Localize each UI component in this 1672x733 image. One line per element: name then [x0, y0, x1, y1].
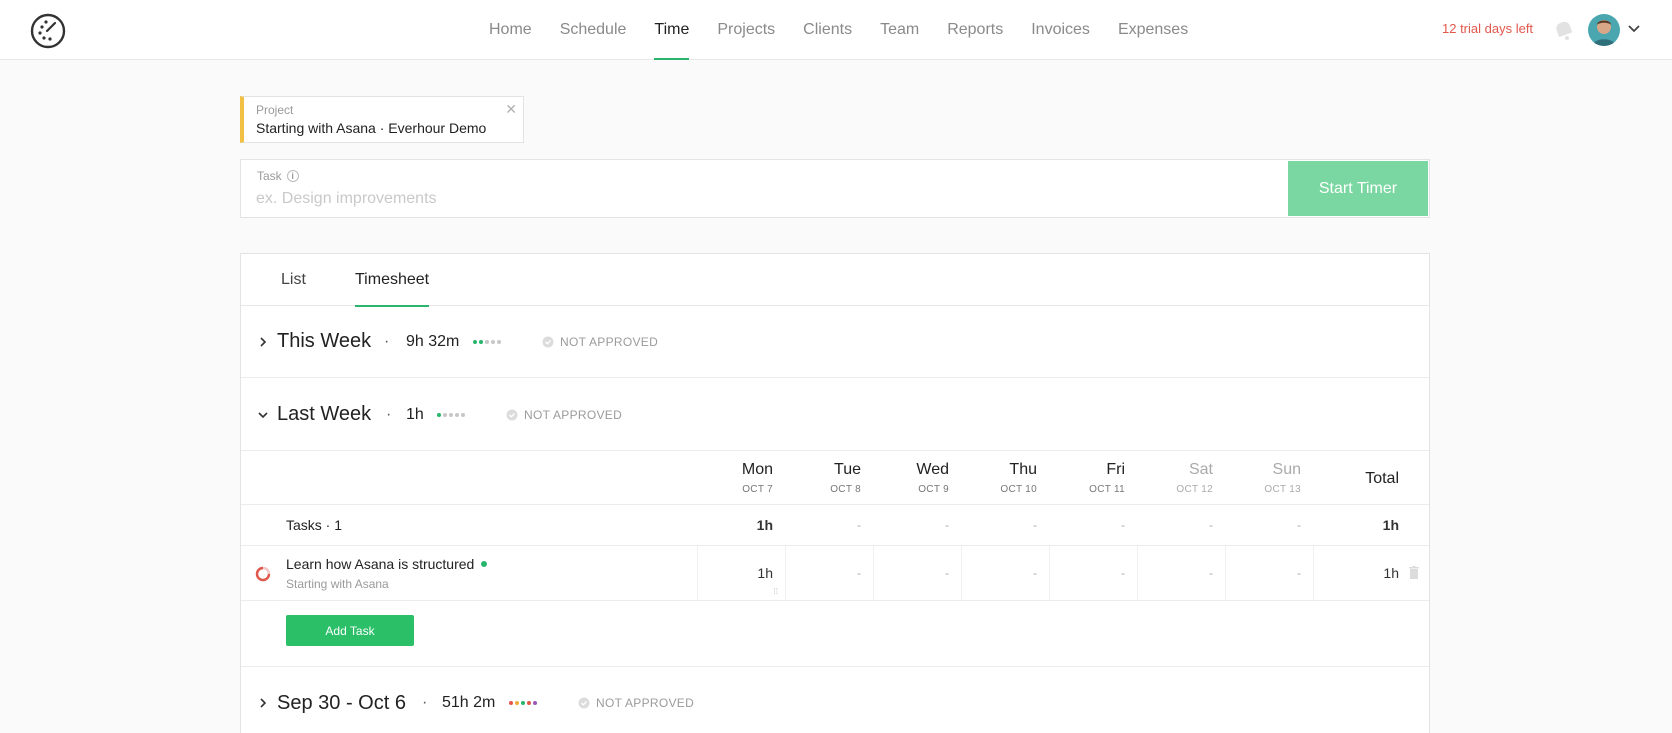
row-total: 1h: [1313, 546, 1431, 600]
total-header: Total: [1313, 451, 1431, 504]
summary-mon: 1h: [756, 517, 773, 533]
approval-status: NOT APPROVED: [542, 335, 658, 349]
summary-sat: -: [1209, 518, 1213, 532]
status-dot-icon: [481, 561, 488, 567]
project-label: Project: [256, 103, 294, 117]
timesheet-header-row: Mon OCT 7 Tue OCT 8 Wed OCT 9 Thu OCT 10 Fri…: [241, 451, 1429, 505]
task-label: Task i: [257, 169, 299, 183]
task-input[interactable]: [256, 188, 1216, 210]
chevron-down-icon[interactable]: [1627, 22, 1641, 36]
table-row: Learn how Asana is structured Starting w…: [241, 546, 1429, 601]
time-cell-sat[interactable]: -: [1137, 546, 1225, 600]
task-entry: Task i: [240, 159, 1430, 218]
chevron-right-icon[interactable]: [257, 336, 269, 348]
nav-invoices[interactable]: Invoices: [1017, 0, 1104, 60]
week-title: Sep 30 - Oct 6: [277, 691, 406, 714]
time-cell-wed[interactable]: -: [873, 546, 961, 600]
summary-tue: -: [857, 518, 861, 532]
check-circle-icon: [578, 697, 590, 709]
add-task-button[interactable]: Add Task: [286, 615, 414, 646]
check-circle-icon: [506, 409, 518, 420]
summary-sun: -: [1297, 518, 1301, 532]
view-tabs: List Timesheet: [241, 254, 1429, 307]
time-cell-fri[interactable]: -: [1049, 546, 1137, 600]
summary-total: 1h: [1382, 517, 1399, 533]
notifications-bell-icon[interactable]: [1553, 19, 1575, 41]
task-name[interactable]: Learn how Asana is structured: [286, 556, 488, 572]
week-row-last-week[interactable]: Last Week · 1h NOT APPROVED: [241, 379, 1429, 451]
separator-dot: ·: [384, 332, 390, 350]
day-header-tue: Tue OCT 8: [830, 461, 861, 495]
summary-wed: -: [945, 518, 949, 532]
separator-dot: ·: [386, 405, 392, 423]
nav-team[interactable]: Team: [866, 0, 933, 60]
approval-status: NOT APPROVED: [578, 696, 694, 710]
summary-fri: -: [1121, 518, 1125, 532]
trial-days-link[interactable]: 12 trial days left: [1442, 21, 1533, 36]
tasks-count: Tasks · 1: [286, 517, 343, 533]
approval-status: NOT APPROVED: [506, 408, 622, 422]
tab-timesheet[interactable]: Timesheet: [355, 254, 430, 307]
approval-text: NOT APPROVED: [596, 696, 695, 710]
approval-text: NOT APPROVED: [524, 407, 623, 422]
day-header-sat: Sat OCT 12: [1176, 461, 1213, 495]
close-icon[interactable]: ✕: [505, 101, 517, 118]
summary-thu: -: [1033, 518, 1037, 532]
week-row-sep-30[interactable]: Sep 30 - Oct 6 · 51h 2m NOT APPROVED: [241, 667, 1429, 733]
app-logo-icon[interactable]: [30, 13, 66, 49]
add-task-row: Add Task: [241, 601, 1429, 667]
activity-dots: [509, 701, 537, 705]
activity-dots: [437, 412, 465, 417]
nav-home[interactable]: Home: [475, 0, 546, 60]
day-header-fri: Fri OCT 11: [1089, 461, 1125, 495]
day-header-wed: Wed OCT 9: [916, 461, 949, 495]
nav-reports[interactable]: Reports: [933, 0, 1017, 60]
week-hours: 1h: [406, 405, 424, 423]
nav-clients[interactable]: Clients: [789, 0, 866, 60]
progress-ring-icon: [255, 566, 271, 582]
main-nav: Home Schedule Time Projects Clients Team…: [475, 0, 1202, 60]
task-name-text: Learn how Asana is structured: [286, 556, 475, 572]
approval-text: NOT APPROVED: [560, 334, 659, 349]
time-panel: List Timesheet This Week · 9h 32m NOT AP…: [240, 253, 1430, 733]
day-header-thu: Thu OCT 10: [1000, 461, 1037, 495]
time-cell-mon[interactable]: 1h ⁞⁞: [697, 546, 785, 600]
time-cell-sun[interactable]: -: [1225, 546, 1313, 600]
week-title: This Week: [277, 330, 372, 352]
check-circle-icon: [542, 336, 554, 347]
day-header-mon: Mon OCT 7: [741, 461, 773, 495]
task-label-text: Task: [257, 169, 282, 183]
project-name: Starting with Asana · Everhour Demo: [256, 120, 487, 136]
time-cell-thu[interactable]: -: [961, 546, 1049, 600]
top-navbar: Home Schedule Time Projects Clients Team…: [0, 0, 1672, 60]
week-row-this-week[interactable]: This Week · 9h 32m NOT APPROVED: [241, 306, 1429, 378]
nav-projects[interactable]: Projects: [703, 0, 789, 60]
nav-time[interactable]: Time: [640, 0, 703, 60]
chevron-down-icon[interactable]: [257, 409, 269, 421]
info-icon[interactable]: i: [286, 170, 299, 182]
total-label: Total: [1365, 470, 1399, 487]
week-hours: 9h 32m: [406, 332, 460, 350]
separator-dot: ·: [422, 694, 428, 711]
trash-icon[interactable]: [1409, 566, 1419, 579]
nav-schedule[interactable]: Schedule: [546, 0, 641, 60]
task-project: Starting with Asana: [286, 577, 389, 591]
week-title: Last Week: [277, 403, 372, 425]
activity-dots: [473, 339, 501, 344]
drag-handle-icon[interactable]: ⁞⁞: [774, 587, 778, 596]
start-timer-button[interactable]: Start Timer: [1288, 161, 1428, 216]
chevron-right-icon[interactable]: [257, 697, 269, 709]
week-hours: 51h 2m: [442, 694, 496, 711]
tasks-summary-row: Tasks · 1 1h - - - - - - 1h: [241, 505, 1429, 546]
tab-list[interactable]: List: [281, 254, 306, 306]
nav-expenses[interactable]: Expenses: [1104, 0, 1202, 60]
time-cell-tue[interactable]: -: [785, 546, 873, 600]
day-header-sun: Sun OCT 13: [1264, 461, 1301, 495]
user-avatar[interactable]: [1588, 14, 1620, 46]
project-selector[interactable]: Project Starting with Asana · Everhour D…: [240, 96, 524, 143]
